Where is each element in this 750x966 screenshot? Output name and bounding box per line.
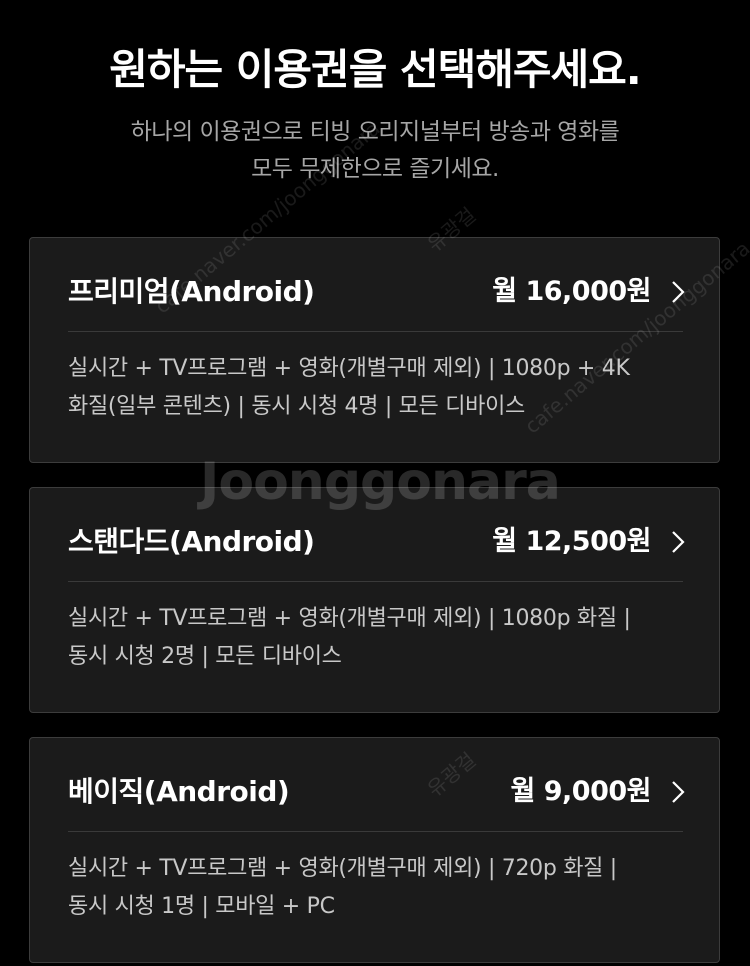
chevron-right-icon [667,280,689,304]
chevron-right-icon [667,780,689,804]
plan-name: 베이직(Android) [68,775,290,808]
plan-price: 월 12,500원 [492,526,651,557]
plan-description-line: 동시 시청 1명 | 모바일 + PC [68,894,335,919]
divider [68,831,683,832]
plan-description-line: 실시간 + TV프로그램 + 영화(개별구매 제외) | 1080p + 4K [68,356,630,381]
plan-price: 월 16,000원 [492,276,651,307]
page-title: 원하는 이용권을 선택해주세요. [109,45,642,94]
plan-description-line: 실시간 + TV프로그램 + 영화(개별구매 제외) | 720p 화질 | [68,856,617,881]
plan-description: 실시간 + TV프로그램 + 영화(개별구매 제외) | 1080p + 4K … [68,350,678,426]
divider [68,331,683,332]
plan-description-line: 동시 시청 2명 | 모든 디바이스 [68,644,342,669]
plan-name: 스탠다드(Android) [68,525,315,558]
plan-card-standard[interactable]: 스탠다드(Android) 월 12,500원 실시간 + TV프로그램 + 영… [29,487,720,713]
plan-description-line: 실시간 + TV프로그램 + 영화(개별구매 제외) | 1080p 화질 | [68,606,631,631]
plan-card-basic[interactable]: 베이직(Android) 월 9,000원 실시간 + TV프로그램 + 영화(… [29,737,720,963]
chevron-right-icon [667,530,689,554]
plan-description: 실시간 + TV프로그램 + 영화(개별구매 제외) | 1080p 화질 | … [68,600,678,676]
divider [68,581,683,582]
subtitle-line: 모두 무제한으로 즐기세요. [251,156,499,182]
subtitle-line: 하나의 이용권으로 티빙 오리지널부터 방송과 영화를 [130,119,620,145]
plan-description-line: 화질(일부 콘텐츠) | 동시 시청 4명 | 모든 디바이스 [68,394,525,419]
plan-card-premium[interactable]: 프리미엄(Android) 월 16,000원 실시간 + TV프로그램 + 영… [29,237,720,463]
page-subtitle: 하나의 이용권으로 티빙 오리지널부터 방송과 영화를 모두 무제한으로 즐기세… [75,114,675,188]
plan-description: 실시간 + TV프로그램 + 영화(개별구매 제외) | 720p 화질 | 동… [68,850,678,926]
plan-price: 월 9,000원 [510,776,652,807]
plan-name: 프리미엄(Android) [68,275,315,308]
